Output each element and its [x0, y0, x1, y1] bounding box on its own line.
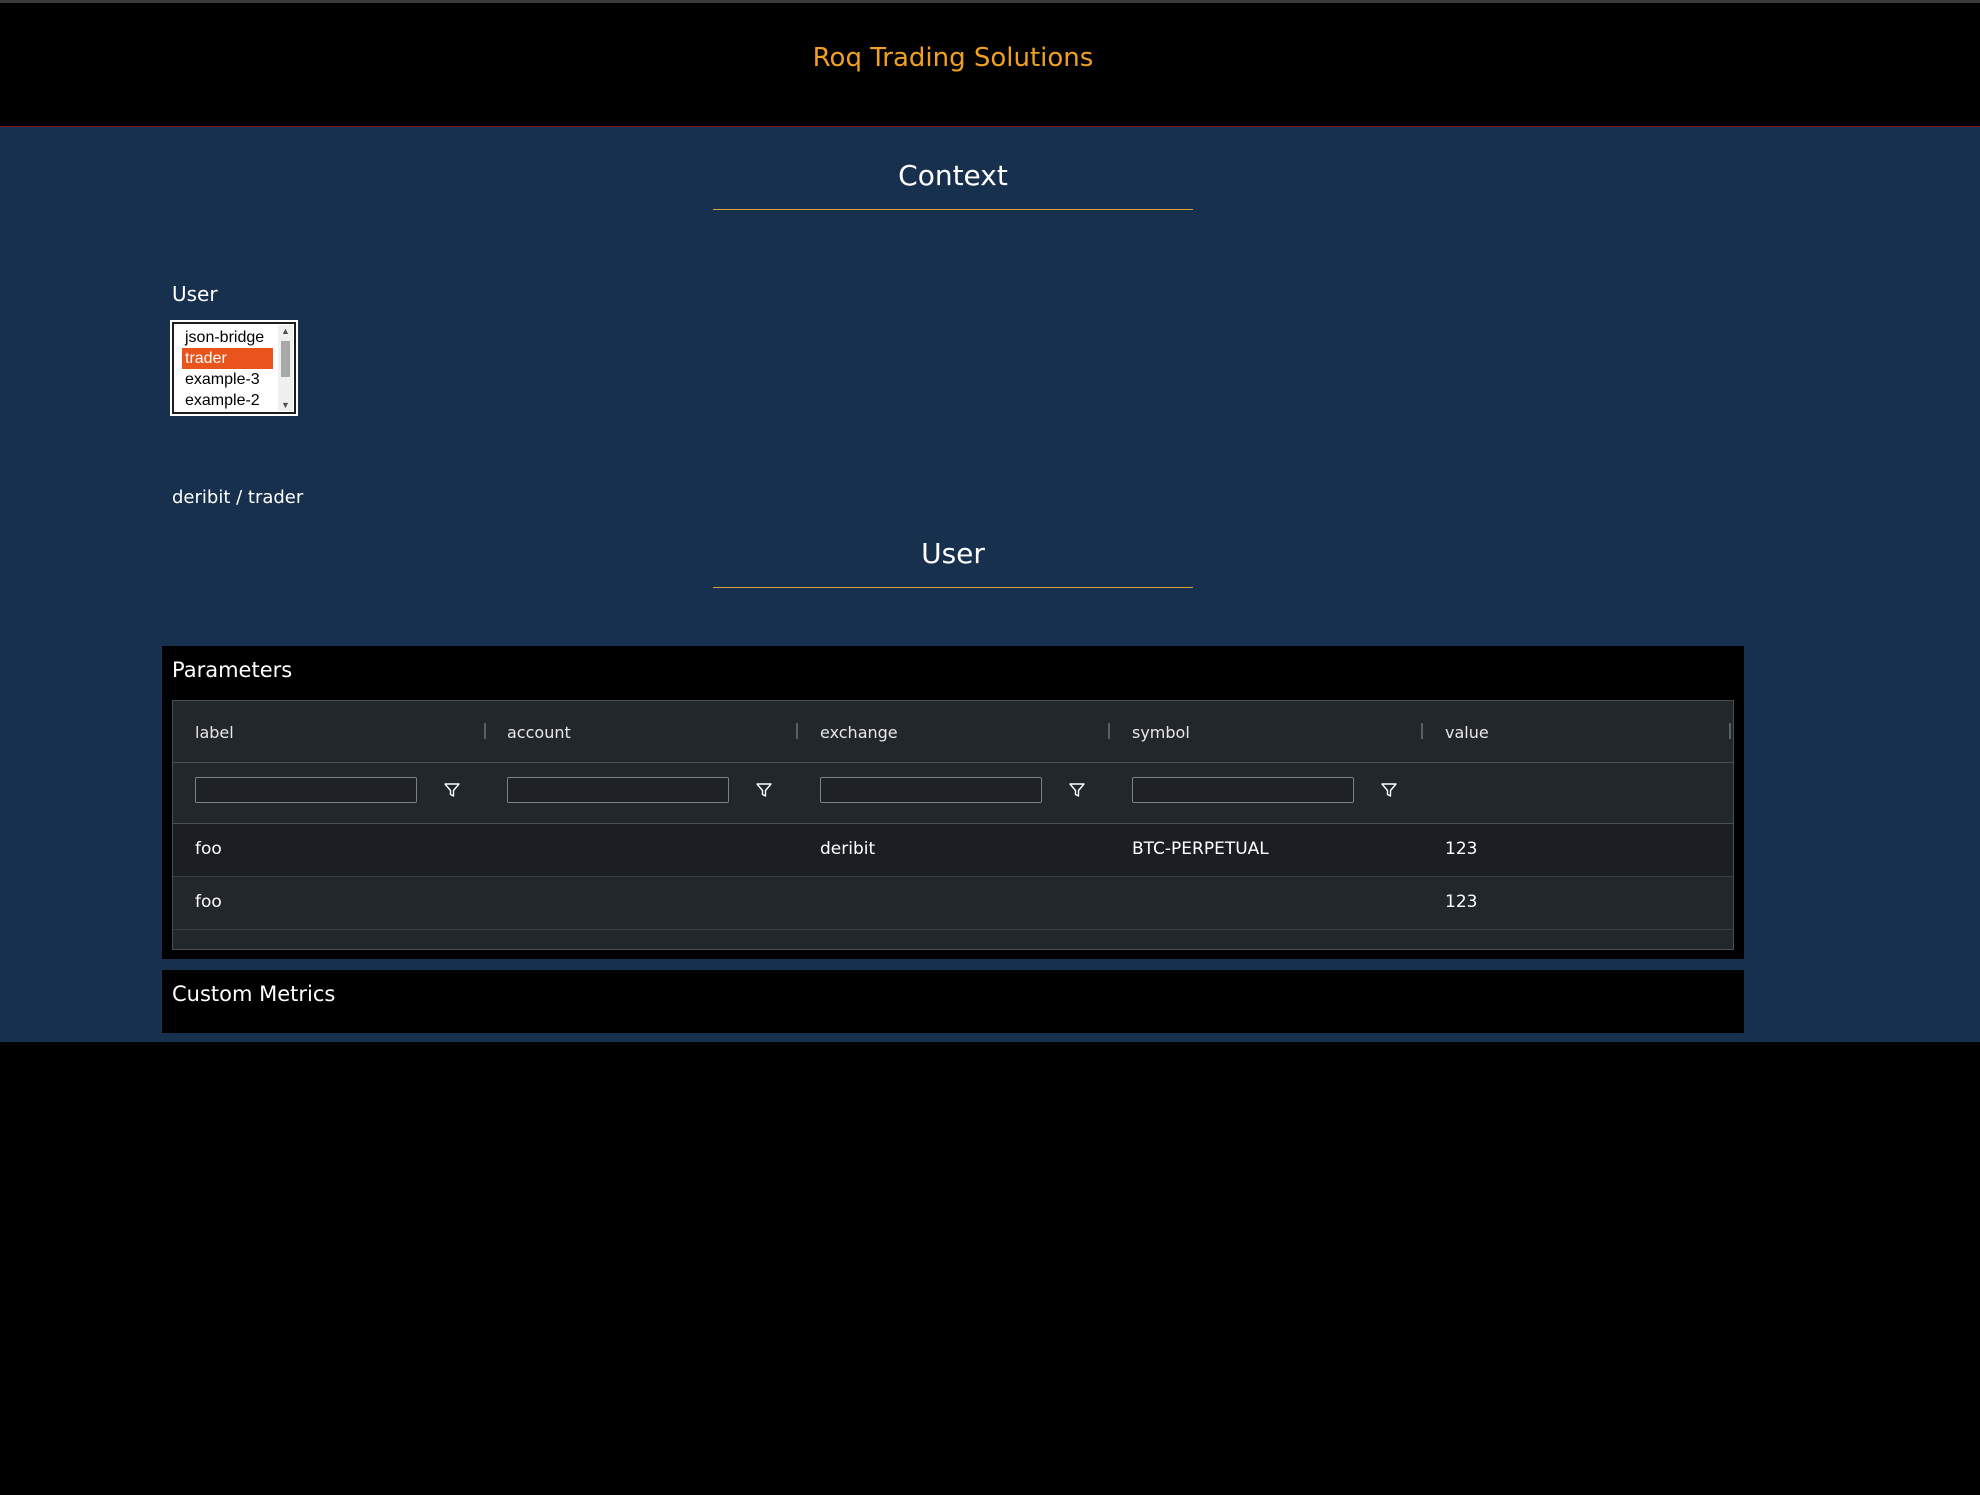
current-context-text: deribit / trader — [172, 487, 304, 508]
scrollbar-thumb[interactable] — [281, 341, 290, 377]
filter-input-symbol[interactable] — [1132, 777, 1354, 803]
column-header-account[interactable]: account — [507, 723, 571, 742]
filter-input-exchange[interactable] — [820, 777, 1042, 803]
filter-input-label[interactable] — [195, 777, 417, 803]
user-listbox[interactable]: json-bridge trader example-3 example-2 ▲… — [172, 322, 296, 414]
parameters-title: Parameters — [172, 658, 293, 682]
filter-input-account[interactable] — [507, 777, 729, 803]
cell-exchange: deribit — [820, 839, 876, 859]
brand-title: Roq Trading Solutions — [812, 43, 1094, 73]
user-select-label: User — [172, 282, 218, 306]
grid-header-row: label account exchange symbol value — [173, 701, 1733, 763]
filter-icon[interactable] — [1380, 781, 1398, 799]
context-section-title: Context — [898, 159, 1008, 192]
cell-value: 123 — [1445, 892, 1478, 912]
user-option-json-bridge[interactable]: json-bridge — [182, 327, 273, 348]
column-resize-handle[interactable] — [1421, 723, 1423, 739]
parameters-grid: label account exchange symbol value foo … — [172, 700, 1734, 950]
table-row[interactable]: foo 123 — [173, 877, 1733, 930]
user-section-title: User — [921, 537, 985, 570]
column-resize-handle[interactable] — [1729, 723, 1731, 739]
column-header-exchange[interactable]: exchange — [820, 723, 898, 742]
column-header-value[interactable]: value — [1445, 723, 1489, 742]
column-resize-handle[interactable] — [1108, 723, 1110, 739]
user-option-example-2[interactable]: example-2 — [182, 390, 273, 411]
scroll-down-arrow-icon[interactable]: ▼ — [278, 399, 293, 411]
column-header-label[interactable]: label — [195, 723, 234, 742]
cell-label: foo — [195, 892, 222, 912]
main-content: Context User json-bridge trader example-… — [0, 127, 1980, 1042]
filter-icon[interactable] — [755, 781, 773, 799]
scroll-up-arrow-icon[interactable]: ▲ — [278, 325, 293, 337]
filter-icon[interactable] — [443, 781, 461, 799]
user-option-trader[interactable]: trader — [182, 348, 273, 369]
column-resize-handle[interactable] — [484, 723, 486, 739]
app-header: Roq Trading Solutions — [0, 3, 1980, 127]
cell-label: foo — [195, 839, 222, 859]
cell-value: 123 — [1445, 839, 1478, 859]
custom-metrics-panel: Custom Metrics — [162, 970, 1744, 1033]
grid-filter-row — [173, 763, 1733, 824]
column-header-symbol[interactable]: symbol — [1132, 723, 1190, 742]
context-title-underline — [713, 209, 1193, 210]
cell-symbol: BTC-PERPETUAL — [1132, 839, 1269, 859]
user-option-example-3[interactable]: example-3 — [182, 369, 273, 390]
filter-icon[interactable] — [1068, 781, 1086, 799]
user-title-underline — [713, 587, 1193, 588]
parameters-panel: Parameters label account exchange symbol… — [162, 646, 1744, 959]
column-resize-handle[interactable] — [796, 723, 798, 739]
custom-metrics-title: Custom Metrics — [172, 982, 336, 1006]
table-row[interactable]: foo deribit BTC-PERPETUAL 123 — [173, 824, 1733, 877]
listbox-scrollbar[interactable]: ▲ ▼ — [278, 325, 293, 411]
